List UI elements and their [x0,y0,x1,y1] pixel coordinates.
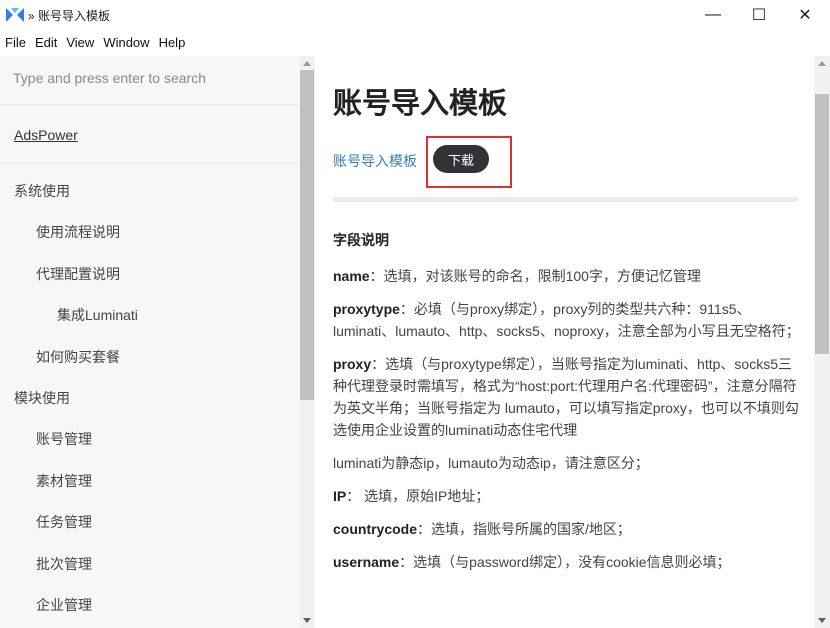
sidebar-item-luminati[interactable]: 集成Luminati [0,295,298,336]
title-bar: » 账号导入模板 — ☐ ✕ [0,0,830,30]
sidebar-scrollbar-thumb[interactable] [300,70,314,400]
field-name: name：选填，对该账号的命名，限制100字，方便记忆管理 [333,265,803,287]
field-text: ：选填，对该账号的命名，限制100字，方便记忆管理 [369,268,701,284]
menu-edit[interactable]: Edit [31,35,61,50]
minimize-button[interactable]: — [690,0,736,30]
sidebar-item-enterprise-management[interactable]: 企业管理 [0,585,298,626]
field-key: proxytype [333,301,400,317]
scroll-up-arrow-icon[interactable] [303,61,311,66]
template-link[interactable]: 账号导入模板 [333,151,417,171]
field-key: IP [333,488,347,504]
brand-link[interactable]: AdsPower [14,127,78,143]
close-button[interactable]: ✕ [782,0,828,30]
field-key: proxy [333,356,372,372]
search-input[interactable] [13,66,283,90]
sidebar-scrollbar[interactable] [299,56,315,628]
field-ip: IP： 选填，原始IP地址； [333,485,803,507]
field-text: ：选填，指账号所属的国家/地区； [417,521,631,537]
menu-help[interactable]: Help [155,35,190,50]
field-text: ：选填（与password绑定），没有cookie信息则必填； [399,554,731,570]
highlight-box [426,136,512,188]
scroll-down-arrow-icon[interactable] [303,618,311,623]
scroll-down-arrow-icon[interactable] [818,618,826,623]
sidebar-nav: 系统使用 使用流程说明 代理配置说明 集成Luminati 如何购买套餐 模块使… [0,171,298,626]
sidebar-item-account-management[interactable]: 账号管理 [0,419,298,460]
brand-section: AdsPower [0,105,298,164]
search-box [0,56,298,105]
menu-window[interactable]: Window [99,35,153,50]
field-key: countrycode [333,521,418,537]
field-note: luminati为静态ip，lumauto为动态ip，请注意区分； [333,452,803,474]
scroll-up-arrow-icon[interactable] [818,61,826,66]
sidebar: AdsPower 系统使用 使用流程说明 代理配置说明 集成Luminati 如… [0,56,298,628]
sidebar-item-system-usage[interactable]: 系统使用 [0,171,298,212]
page-title: 账号导入模板 [333,88,508,120]
main-scrollbar-thumb[interactable] [815,94,829,354]
field-description: 字段说明 name：选填，对该账号的命名，限制100字，方便记忆管理 proxy… [333,229,803,584]
main-scrollbar[interactable] [814,56,830,628]
field-key: name [333,268,370,284]
menu-bar: File Edit View Window Help [0,30,830,54]
field-text: luminati为静态ip，lumauto为动态ip，请注意区分； [333,455,649,471]
field-text: ： 选填，原始IP地址； [346,488,490,504]
field-countrycode: countrycode：选填，指账号所属的国家/地区； [333,518,803,540]
field-key: username [333,554,400,570]
menu-file[interactable]: File [1,35,30,50]
field-proxytype: proxytype：必填（与proxy绑定），proxy列的类型共六种：911s… [333,298,803,342]
window-title: » 账号导入模板 [28,9,111,23]
sidebar-item-proxy-config[interactable]: 代理配置说明 [0,254,298,295]
field-username: username：选填（与password绑定），没有cookie信息则必填； [333,551,803,573]
sidebar-item-workflow[interactable]: 使用流程说明 [0,212,298,253]
field-text: ：必填（与proxy绑定），proxy列的类型共六种：911s5、luminat… [333,301,800,339]
maximize-button[interactable]: ☐ [736,0,782,30]
sidebar-item-module-usage[interactable]: 模块使用 [0,378,298,419]
field-proxy: proxy：选填（与proxytype绑定），当账号指定为luminati、ht… [333,353,803,441]
main-content: 账号导入模板 账号导入模板 下载 字段说明 name：选填，对该账号的命名，限制… [316,56,814,628]
sidebar-item-buy-plan[interactable]: 如何购买套餐 [0,337,298,378]
field-text: ：选填（与proxytype绑定），当账号指定为luminati、http、so… [333,356,799,438]
section-title: 字段说明 [333,232,389,248]
sidebar-item-batch-management[interactable]: 批次管理 [0,544,298,585]
sidebar-item-material-management[interactable]: 素材管理 [0,461,298,502]
app-logo-icon [6,8,24,22]
menu-view[interactable]: View [62,35,98,50]
sidebar-item-task-management[interactable]: 任务管理 [0,502,298,543]
divider [333,197,798,202]
